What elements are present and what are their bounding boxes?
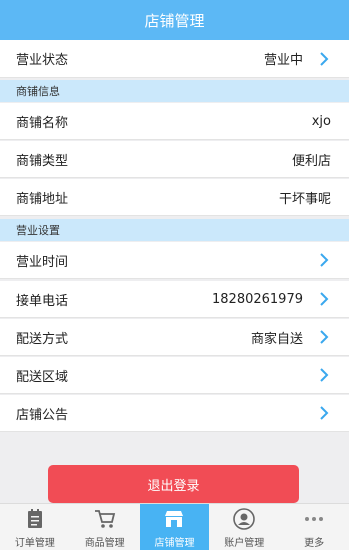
bottom-tab-bar: 订单管理 商品管理 店铺管理 账户管理 更多 bbox=[0, 503, 349, 550]
chevron-right-icon bbox=[317, 330, 331, 344]
store-notice-label: 店铺公告 bbox=[16, 407, 69, 423]
store-name-value: xjo bbox=[311, 113, 331, 129]
tab-account-management-label: 账户管理 bbox=[224, 538, 265, 549]
order-phone-row[interactable]: 接单电话 18280261979 bbox=[0, 281, 349, 318]
delivery-area-row[interactable]: 配送区域 bbox=[0, 357, 349, 394]
store-notice-row[interactable]: 店铺公告 bbox=[0, 395, 349, 432]
tab-product-management[interactable]: 商品管理 bbox=[70, 504, 140, 550]
store-type-row: 商铺类型 便利店 bbox=[0, 141, 349, 178]
delivery-method-value: 商家自送 bbox=[250, 331, 303, 347]
business-status-value: 营业中 bbox=[263, 53, 303, 68]
delivery-method-label: 配送方式 bbox=[16, 331, 69, 347]
section-business-settings: 营业设置 bbox=[0, 219, 349, 241]
chevron-right-icon bbox=[317, 368, 331, 382]
top-bar: 店铺管理 bbox=[0, 0, 349, 40]
tab-product-management-label: 商品管理 bbox=[84, 538, 125, 549]
delivery-area-label: 配送区域 bbox=[16, 369, 69, 385]
order-phone-value: 18280261979 bbox=[212, 291, 303, 307]
chevron-right-icon bbox=[317, 253, 331, 267]
chevron-right-icon bbox=[317, 406, 331, 420]
section-store-info-title: 商铺信息 bbox=[16, 85, 60, 98]
tab-store-management[interactable]: 店铺管理 bbox=[139, 504, 210, 550]
chevron-right-icon bbox=[317, 292, 331, 306]
section-business-settings-title: 营业设置 bbox=[16, 224, 60, 237]
logout-button[interactable]: 退出登录 bbox=[48, 465, 299, 503]
store-address-label: 商铺地址 bbox=[16, 191, 69, 207]
business-status-row[interactable]: 营业状态 营业中 bbox=[0, 40, 349, 78]
logout-label: 退出登录 bbox=[147, 478, 200, 494]
store-icon bbox=[162, 508, 186, 530]
store-name-label: 商铺名称 bbox=[16, 115, 69, 131]
chevron-right-icon bbox=[317, 51, 331, 66]
business-hours-label: 营业时间 bbox=[16, 254, 69, 270]
tab-order-management[interactable]: 订单管理 bbox=[0, 504, 70, 550]
order-icon bbox=[23, 508, 47, 530]
store-name-row: 商铺名称 xjo bbox=[0, 103, 349, 140]
tab-more-label: 更多 bbox=[304, 538, 325, 549]
store-address-value: 干坏事呢 bbox=[278, 191, 331, 207]
cart-icon bbox=[93, 508, 117, 530]
business-hours-row[interactable]: 营业时间 bbox=[0, 242, 349, 279]
tab-account-management[interactable]: 账户管理 bbox=[209, 504, 279, 550]
more-icon bbox=[302, 508, 326, 530]
tab-order-management-label: 订单管理 bbox=[14, 538, 55, 549]
tab-store-management-label: 店铺管理 bbox=[154, 538, 195, 549]
store-type-label: 商铺类型 bbox=[16, 153, 69, 169]
tab-more[interactable]: 更多 bbox=[279, 504, 349, 550]
order-phone-label: 接单电话 bbox=[16, 293, 69, 309]
delivery-method-row[interactable]: 配送方式 商家自送 bbox=[0, 319, 349, 356]
section-store-info: 商铺信息 bbox=[0, 80, 349, 102]
store-type-value: 便利店 bbox=[291, 153, 331, 169]
page-title: 店铺管理 bbox=[144, 11, 205, 30]
account-icon bbox=[232, 508, 256, 530]
store-address-row: 商铺地址 干坏事呢 bbox=[0, 179, 349, 216]
business-status-label: 营业状态 bbox=[16, 53, 69, 68]
